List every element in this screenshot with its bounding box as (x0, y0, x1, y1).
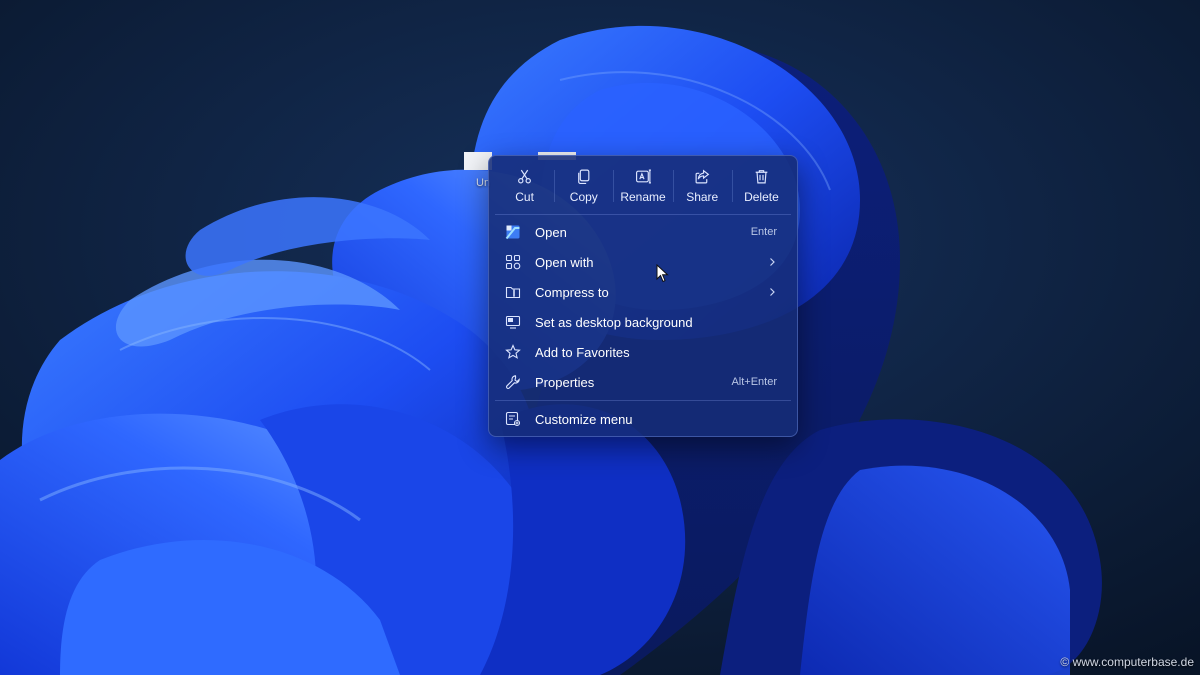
apps-icon (504, 253, 522, 271)
rename-label: Rename (620, 190, 666, 204)
menu-item-shortcut: Enter (750, 226, 777, 238)
delete-label: Delete (744, 190, 779, 204)
menu-item-label: Properties (535, 374, 595, 390)
share-label: Share (686, 190, 719, 204)
copy-button[interactable]: Copy (554, 162, 613, 210)
menu-item-label: Customize menu (535, 411, 633, 427)
folder-zip-icon (504, 283, 522, 301)
share-icon (695, 169, 709, 184)
cut-button[interactable]: Cut (495, 162, 554, 210)
share-button[interactable]: Share (672, 162, 732, 210)
copy-icon (578, 169, 590, 184)
watermark: © www.computerbase.de (1060, 655, 1194, 669)
mouse-cursor-icon (656, 264, 669, 283)
menu-item-shortcut: Alt+Enter (731, 376, 777, 388)
menu-item-label: Open with (535, 254, 594, 270)
menu-item-label: Open (535, 224, 567, 240)
context-menu: Cut Copy Rename Share Delete Open Enter … (488, 155, 798, 437)
menu-item-label: Set as desktop background (535, 314, 693, 330)
menu-item-add-to-favorites[interactable]: Add to Favorites (495, 337, 791, 367)
copy-label: Copy (569, 190, 598, 204)
rename-button[interactable]: Rename (613, 162, 672, 210)
menu-item-properties[interactable]: Properties Alt+Enter (495, 367, 791, 397)
menu-item-open[interactable]: Open Enter (495, 217, 791, 247)
menu-item-compress-to[interactable]: Compress to (495, 277, 791, 307)
menu-separator (495, 400, 791, 401)
menu-item-open-with[interactable]: Open with (495, 247, 791, 277)
scissors-icon (518, 169, 532, 184)
open-file-icon (504, 223, 522, 241)
star-icon (504, 343, 522, 361)
rename-icon (635, 169, 651, 184)
menu-item-customize-menu[interactable]: Customize menu (495, 404, 791, 434)
menu-separator (495, 214, 791, 215)
quick-actions-bar: Cut Copy Rename Share Delete (495, 162, 791, 210)
menu-item-set-desktop-background[interactable]: Set as desktop background (495, 307, 791, 337)
wrench-icon (504, 373, 522, 391)
desktop-background-icon (504, 313, 522, 331)
trash-icon (755, 170, 768, 184)
menu-item-label: Add to Favorites (535, 344, 630, 360)
cut-label: Cut (515, 190, 534, 204)
chevron-right-icon (770, 258, 775, 266)
chevron-right-icon (770, 288, 775, 296)
menu-item-label: Compress to (535, 284, 609, 300)
delete-button[interactable]: Delete (731, 162, 791, 210)
customize-menu-icon (504, 410, 522, 428)
